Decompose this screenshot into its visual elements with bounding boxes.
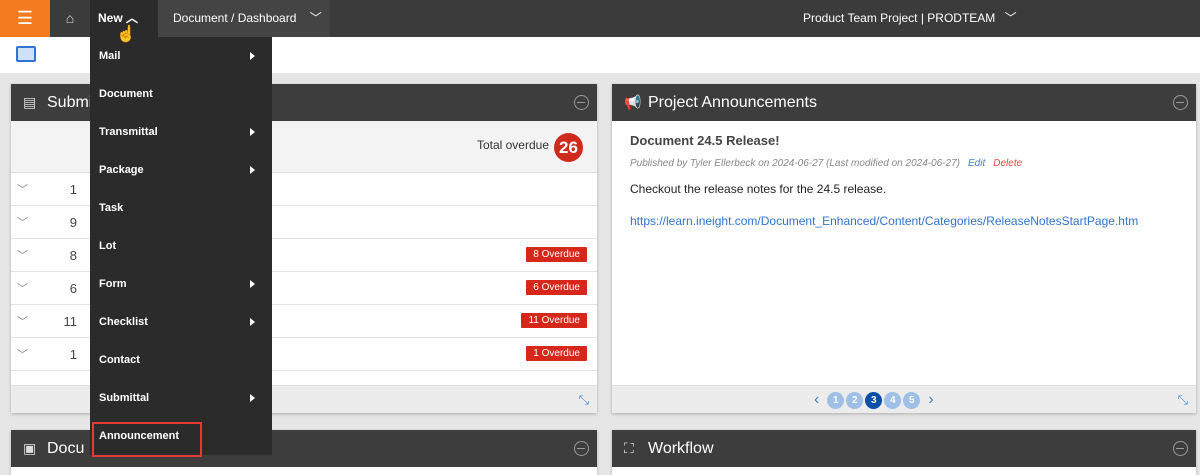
menu-item-lot[interactable]: Lot — [99, 236, 259, 256]
workflow-panel: ⛶ Workflow — [612, 430, 1196, 475]
expand-icon[interactable]: ⤡ — [1178, 392, 1188, 408]
overdue-badge: 11 Overdue — [521, 313, 587, 328]
collapse-icon[interactable] — [1173, 95, 1188, 110]
collapse-icon[interactable] — [574, 441, 589, 456]
submenu-arrow-icon — [250, 394, 255, 402]
row-count: 6 — [69, 281, 77, 296]
menu-item-submittal[interactable]: Submittal — [99, 388, 259, 408]
submittal-icon: ▤ — [23, 94, 37, 110]
menu-item-contact[interactable]: Contact — [99, 350, 259, 370]
breadcrumb[interactable]: Document / Dashboard ﹀ — [158, 0, 330, 37]
new-label: New — [98, 11, 123, 25]
page-3-button[interactable]: 3 — [865, 391, 883, 409]
total-overdue-badge: 26 — [554, 133, 583, 162]
chevron-down-icon: ﹀ — [1004, 11, 1017, 25]
submenu-arrow-icon — [250, 128, 255, 136]
release-notes-link[interactable]: https://learn.ineight.com/Document_Enhan… — [630, 214, 1178, 228]
workflow-icon: ⛶ — [624, 440, 634, 456]
row-count: 9 — [69, 215, 77, 230]
announcement-meta: Published by Tyler Ellerbeck on 2024-06-… — [630, 158, 961, 169]
submenu-arrow-icon — [250, 318, 255, 326]
page-2-button[interactable]: 2 — [846, 391, 864, 409]
overdue-badge: 1 Overdue — [526, 346, 587, 361]
prev-page-icon[interactable]: ‹ — [808, 391, 825, 409]
menu-item-mail[interactable]: Mail — [99, 46, 259, 66]
collapse-icon[interactable] — [1173, 441, 1188, 456]
expand-row-icon[interactable]: ﹀ — [17, 247, 28, 263]
project-selector[interactable]: Product Team Project | PRODTEAM ﹀ — [803, 0, 1017, 37]
menu-item-document[interactable]: Document — [99, 84, 259, 104]
menu-item-form[interactable]: Form — [99, 274, 259, 294]
row-count: 11 — [63, 314, 78, 329]
page-5-button[interactable]: 5 — [903, 391, 921, 409]
expand-row-icon[interactable]: ﹀ — [17, 280, 28, 296]
home-icon[interactable]: ⌂ — [58, 0, 82, 37]
expand-icon[interactable]: ⤡ — [579, 392, 589, 408]
hamburger-menu-icon[interactable]: ☰ — [0, 0, 50, 37]
menu-item-label: Mail — [99, 50, 121, 62]
submenu-arrow-icon — [250, 166, 255, 174]
expand-row-icon[interactable]: ﹀ — [17, 313, 28, 329]
menu-item-label: Lot — [99, 240, 117, 252]
highlight-box — [92, 422, 202, 457]
expand-row-icon[interactable]: ﹀ — [17, 214, 28, 230]
add-widget-icon[interactable] — [16, 46, 36, 62]
breadcrumb-label: Document / Dashboard — [173, 11, 297, 25]
menu-item-checklist[interactable]: Checklist — [99, 312, 259, 332]
announcement-body: Checkout the release notes for the 24.5 … — [630, 182, 887, 196]
page-1-button[interactable]: 1 — [827, 391, 845, 409]
announcement-heading: Document 24.5 Release! — [630, 133, 780, 148]
menu-item-label: Form — [99, 278, 127, 290]
expand-row-icon[interactable]: ﹀ — [17, 346, 28, 362]
panel-title: Workflow — [648, 440, 714, 457]
row-count: 1 — [69, 182, 77, 197]
row-count: 1 — [69, 347, 77, 362]
total-overdue-label: Total overdue — [476, 138, 549, 152]
row-count: 8 — [69, 248, 77, 263]
announcements-panel: 📢 Project Announcements Document 24.5 Rel… — [612, 84, 1196, 413]
overdue-badge: 8 Overdue — [526, 247, 587, 262]
submenu-arrow-icon — [250, 52, 255, 60]
top-bar: ☰ ⌂ New ︿ Document / Dashboard ﹀ Product… — [0, 0, 1200, 37]
next-page-icon[interactable]: › — [922, 391, 939, 409]
megaphone-icon: 📢 — [624, 94, 642, 110]
panel-title: Docu — [47, 440, 85, 457]
expand-row-icon[interactable]: ﹀ — [17, 181, 28, 197]
menu-item-task[interactable]: Task — [99, 198, 259, 218]
menu-item-label: Package — [99, 164, 144, 176]
overdue-badge: 6 Overdue — [526, 280, 587, 295]
panel-title: Project Announcements — [648, 94, 817, 111]
menu-item-label: Document — [99, 88, 153, 100]
document-icon: ▣ — [23, 440, 37, 456]
collapse-icon[interactable] — [574, 95, 589, 110]
edit-link[interactable]: Edit — [968, 158, 985, 169]
menu-item-label: Transmittal — [99, 126, 158, 138]
chevron-up-icon: ︿ — [126, 11, 139, 25]
submenu-arrow-icon — [250, 280, 255, 288]
menu-item-label: Submittal — [99, 392, 150, 404]
menu-item-label: Checklist — [99, 316, 148, 328]
menu-item-label: Task — [99, 202, 124, 214]
menu-item-transmittal[interactable]: Transmittal — [99, 122, 259, 142]
new-dropdown-menu: Mail Document Transmittal Package Task Lot For… — [90, 37, 272, 455]
menu-item-label: Contact — [99, 354, 140, 366]
chevron-down-icon: ﹀ — [309, 11, 322, 25]
menu-item-package[interactable]: Package — [99, 160, 259, 180]
delete-link[interactable]: Delete — [993, 158, 1022, 169]
project-label: Product Team Project | PRODTEAM — [803, 11, 996, 25]
hand-cursor-icon: ☝ — [116, 26, 136, 43]
panel-title: Submi — [47, 94, 93, 111]
page-4-button[interactable]: 4 — [884, 391, 902, 409]
